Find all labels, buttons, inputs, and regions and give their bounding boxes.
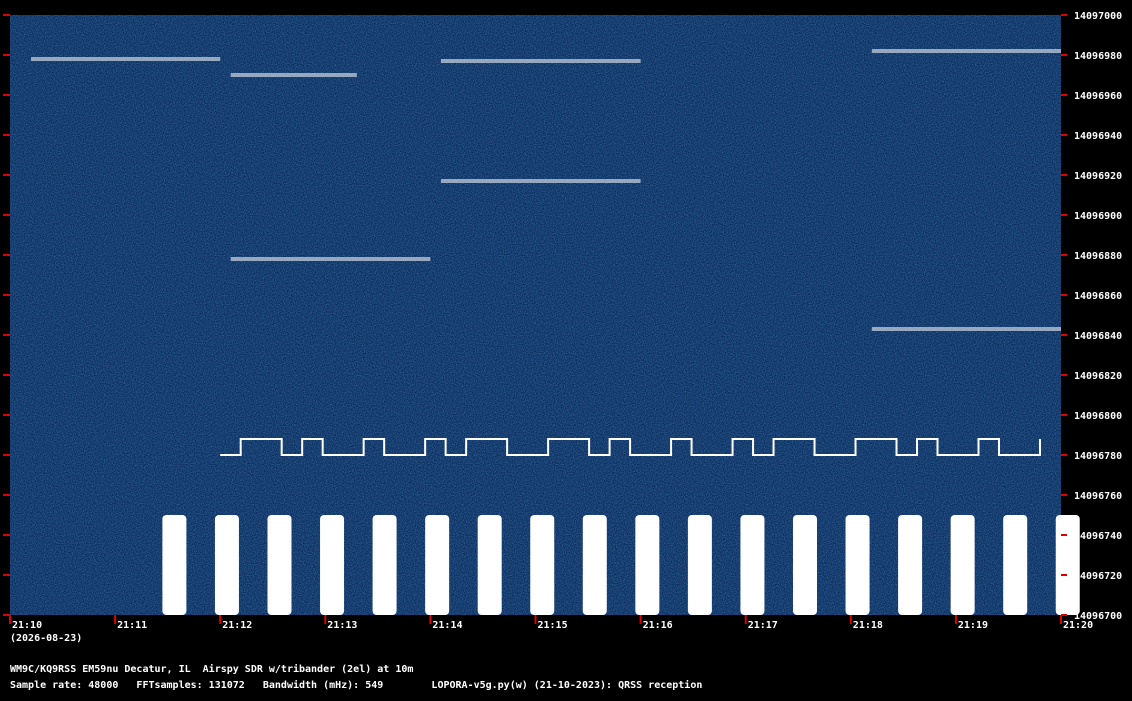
y-tick-label-12: 14096760 bbox=[1074, 491, 1122, 502]
y-tick-label-0: 14097000 bbox=[1074, 11, 1122, 22]
receiver-settings: Sample rate: 48000 FFTsamples: 131072 Ba… bbox=[10, 680, 703, 691]
signal-trace-5 bbox=[871, 49, 1061, 53]
y-tick-label-11: 14096780 bbox=[1074, 451, 1122, 462]
y-tick-label-10: 14096800 bbox=[1074, 411, 1122, 422]
x-tick-label-3: 21:13 bbox=[327, 620, 357, 631]
date-label: (2026-08-23) bbox=[10, 633, 82, 644]
y-tick-label-5: 14096900 bbox=[1074, 211, 1122, 222]
y-tick-label-4: 14096920 bbox=[1074, 171, 1122, 182]
x-tick-label-4: 21:14 bbox=[432, 620, 462, 631]
x-tick-label-0: 21:10 bbox=[12, 620, 42, 631]
y-tick-label-2: 14096960 bbox=[1074, 91, 1122, 102]
signal-trace-0 bbox=[31, 57, 221, 61]
x-tick-label-1: 21:11 bbox=[117, 620, 147, 631]
burst-17 bbox=[1055, 515, 1080, 615]
burst-15 bbox=[950, 515, 975, 615]
signal-trace-3 bbox=[440, 179, 641, 183]
burst-8 bbox=[582, 515, 607, 615]
y-tick-label-1: 14096980 bbox=[1074, 51, 1122, 62]
y-tick-label-9: 14096820 bbox=[1074, 371, 1122, 382]
burst-9 bbox=[635, 515, 660, 615]
y-tick-label-7: 14096860 bbox=[1074, 291, 1122, 302]
spectrogram-chart: 14097000 14096980 14096960 14096940 14096920… bbox=[0, 0, 1132, 697]
y-tick-label-6: 14096880 bbox=[1074, 251, 1122, 262]
x-tick-label-10: 21:20 bbox=[1063, 620, 1093, 631]
signal-trace-6 bbox=[871, 327, 1061, 331]
burst-1 bbox=[214, 515, 239, 615]
burst-7 bbox=[530, 515, 555, 615]
y-tick-label-13: 14096740 bbox=[1074, 531, 1122, 542]
station-info: WM9C/KQ9RSS EM59nu Decatur, IL Airspy SD… bbox=[10, 664, 414, 675]
spectrogram-svg: 14097000 14096980 14096960 14096940 14096920… bbox=[3, 11, 1122, 644]
burst-16 bbox=[1003, 515, 1028, 615]
signal-trace-4 bbox=[230, 257, 431, 261]
x-tick-label-2: 21:12 bbox=[222, 620, 252, 631]
y-tick-label-8: 14096840 bbox=[1074, 331, 1122, 342]
burst-5 bbox=[425, 515, 450, 615]
burst-13 bbox=[845, 515, 870, 615]
burst-0 bbox=[162, 515, 187, 615]
x-tick-label-8: 21:18 bbox=[853, 620, 883, 631]
signal-trace-2 bbox=[440, 59, 641, 63]
burst-14 bbox=[898, 515, 923, 615]
burst-6 bbox=[477, 515, 502, 615]
burst-4 bbox=[372, 515, 397, 615]
burst-2 bbox=[267, 515, 292, 615]
x-tick-label-7: 21:17 bbox=[748, 620, 778, 631]
y-tick-label-3: 14096940 bbox=[1074, 131, 1122, 142]
burst-11 bbox=[740, 515, 765, 615]
burst-10 bbox=[687, 515, 712, 615]
y-tick-label-14: 14096720 bbox=[1074, 571, 1122, 582]
burst-3 bbox=[320, 515, 345, 615]
x-tick-label-9: 21:19 bbox=[958, 620, 988, 631]
x-tick-label-5: 21:15 bbox=[538, 620, 568, 631]
x-tick-label-6: 21:16 bbox=[643, 620, 673, 631]
signal-trace-1 bbox=[230, 73, 357, 77]
burst-12 bbox=[792, 515, 817, 615]
